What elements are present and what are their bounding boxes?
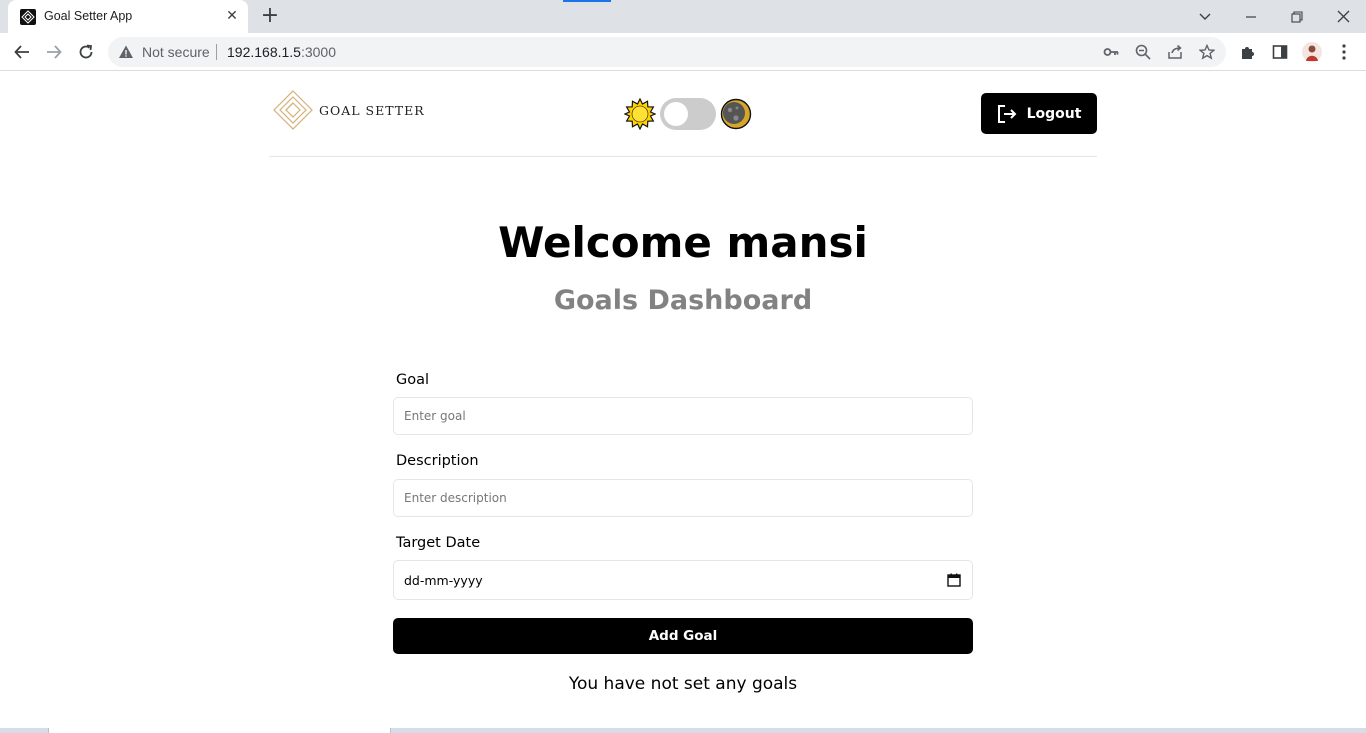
warning-icon	[119, 45, 133, 58]
browser-tab-strip: Goal Setter App ✕ +	[0, 0, 1366, 33]
diamond-logo-icon	[273, 90, 313, 130]
reload-icon	[79, 44, 93, 59]
welcome-heading: Welcome mansi	[498, 218, 868, 267]
security-label[interactable]: Not secure	[142, 44, 210, 60]
side-panel-icon[interactable]	[1270, 42, 1290, 62]
close-window-button[interactable]	[1320, 0, 1366, 33]
target-date-label: Target Date	[396, 535, 481, 551]
back-button[interactable]	[8, 38, 36, 66]
brand-logo[interactable]: GOAL SETTER	[273, 90, 425, 130]
tab-strip-indicator	[563, 0, 611, 2]
browser-toolbar: Not secure 192.168.1.5:3000	[0, 33, 1366, 71]
empty-goals-message: You have not set any goals	[568, 674, 798, 694]
date-placeholder: dd-mm-yyyy	[404, 573, 483, 588]
share-icon[interactable]	[1166, 43, 1184, 61]
reload-button[interactable]	[72, 38, 100, 66]
url-host: 192.168.1.5	[227, 44, 301, 60]
goal-label: Goal	[396, 372, 430, 388]
tab-search-icon[interactable]	[1182, 0, 1228, 33]
sun-icon	[624, 98, 656, 130]
description-input[interactable]: Enter description	[393, 479, 973, 517]
theme-switcher	[624, 97, 752, 131]
url-text[interactable]: 192.168.1.5:3000	[227, 44, 336, 60]
moon-icon	[720, 98, 752, 130]
extensions-puzzle-icon[interactable]	[1238, 42, 1258, 62]
browser-tab[interactable]: Goal Setter App ✕	[8, 0, 248, 33]
toggle-knob	[664, 102, 688, 126]
zoom-out-icon[interactable]	[1134, 43, 1152, 61]
logout-label: Logout	[1026, 105, 1082, 122]
logout-icon	[997, 104, 1017, 124]
goal-input[interactable]: Enter goal	[393, 397, 973, 435]
key-icon[interactable]	[1102, 43, 1120, 61]
logout-button[interactable]: Logout	[981, 93, 1097, 134]
restore-button[interactable]	[1274, 0, 1320, 33]
forward-button[interactable]	[40, 38, 68, 66]
dashboard-subtitle: Goals Dashboard	[553, 285, 813, 316]
tab-title: Goal Setter App	[44, 9, 133, 23]
minimize-button[interactable]	[1228, 0, 1274, 33]
description-placeholder: Enter description	[404, 491, 507, 505]
target-date-input[interactable]: dd-mm-yyyy	[393, 560, 973, 600]
new-tab-button[interactable]: +	[258, 5, 282, 29]
forward-arrow-icon	[47, 45, 62, 59]
taskbar-edge	[0, 728, 1366, 733]
theme-toggle[interactable]	[660, 98, 716, 130]
taskbar-window-preview	[48, 728, 391, 733]
address-separator	[216, 44, 217, 60]
calendar-icon[interactable]	[947, 573, 961, 587]
add-goal-button[interactable]: Add Goal	[393, 618, 973, 654]
brand-name: GOAL SETTER	[319, 102, 425, 118]
goal-placeholder: Enter goal	[404, 409, 466, 423]
url-port: :3000	[300, 44, 337, 60]
page: GOAL SETTER Logout Welcome mansi Goals D…	[0, 72, 1366, 728]
description-label: Description	[396, 453, 479, 469]
profile-avatar[interactable]	[1302, 42, 1322, 62]
bookmark-star-icon[interactable]	[1198, 43, 1216, 61]
back-arrow-icon	[14, 45, 29, 59]
address-bar[interactable]: Not secure 192.168.1.5:3000	[108, 37, 1226, 67]
app-favicon-icon	[20, 9, 36, 25]
app-header: GOAL SETTER Logout	[269, 72, 1097, 157]
browser-menu-icon[interactable]	[1334, 42, 1354, 62]
tab-close-icon[interactable]: ✕	[224, 8, 240, 24]
